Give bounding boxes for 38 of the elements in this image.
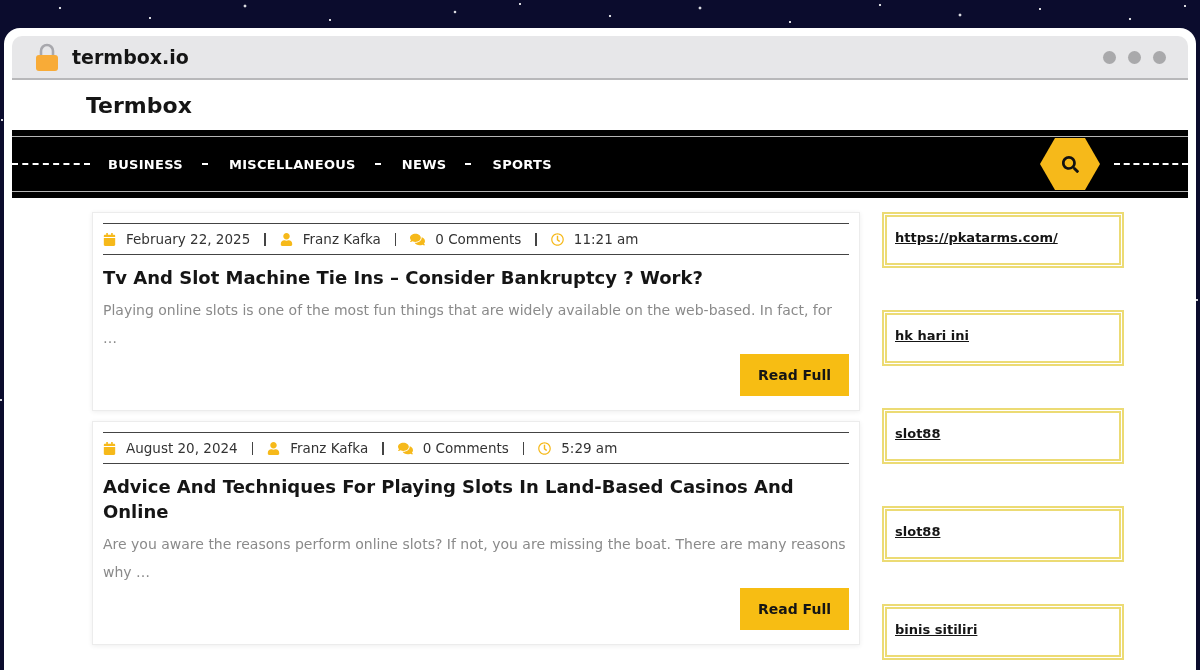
- window-dot-icon[interactable]: [1128, 50, 1141, 64]
- sidebar-link[interactable]: https://pkatarms.com/: [895, 230, 1058, 245]
- search-icon: [1061, 155, 1079, 173]
- site-title[interactable]: Termbox: [86, 92, 192, 118]
- post-date: February 22, 2025: [126, 231, 251, 247]
- clock-icon: [550, 232, 564, 246]
- comment-count: 0 Comments: [422, 440, 509, 456]
- post-title[interactable]: Advice And Techniques For Playing Slots In Land-Based Casinos And Online: [103, 474, 849, 524]
- lock-icon: [36, 43, 58, 71]
- sidebar-link[interactable]: hk hari ini: [895, 328, 969, 343]
- nav-link[interactable]: NEWS: [401, 156, 447, 172]
- user-icon: [267, 441, 281, 455]
- read-full-button[interactable]: Read Full: [739, 588, 849, 630]
- comment-count: 0 Comments: [435, 231, 522, 247]
- calendar-icon: [103, 232, 116, 246]
- calendar-icon: [103, 441, 116, 455]
- read-full-button[interactable]: Read Full: [739, 354, 849, 396]
- comments-icon: [410, 231, 426, 247]
- post-time: 11:21 am: [573, 231, 639, 247]
- post-author: Franz Kafka: [290, 440, 369, 456]
- sidebar-link[interactable]: binis sitiliri: [895, 622, 978, 637]
- window-dot-icon[interactable]: [1153, 50, 1166, 64]
- post-excerpt: Playing online slots is one of the most fun things that are widely available on the web-based. In fact, for …: [103, 301, 834, 348]
- post-date: August 20, 2024: [126, 440, 238, 456]
- sidebar-link[interactable]: slot88: [895, 524, 941, 539]
- post-time: 5:29 am: [561, 440, 618, 456]
- window-dot-icon[interactable]: [1103, 50, 1116, 64]
- post-title[interactable]: Tv And Slot Machine Tie Ins – Consider Bankruptcy ? Work?: [103, 265, 849, 290]
- clock-icon: [538, 441, 552, 455]
- user-icon: [279, 232, 293, 246]
- url-text[interactable]: termbox.io: [72, 46, 189, 68]
- post-author: Franz Kafka: [302, 231, 381, 247]
- comments-icon: [397, 440, 413, 456]
- nav-link[interactable]: MISCELLANEOUS: [228, 156, 356, 172]
- nav-link[interactable]: BUSINESS: [108, 156, 183, 172]
- post-excerpt: Are you aware the reasons perform online slots? If not, you are missing the boat. There are many reasons why …: [103, 535, 847, 582]
- sidebar-link[interactable]: slot88: [895, 426, 941, 441]
- nav-link[interactable]: SPORTS: [492, 156, 552, 172]
